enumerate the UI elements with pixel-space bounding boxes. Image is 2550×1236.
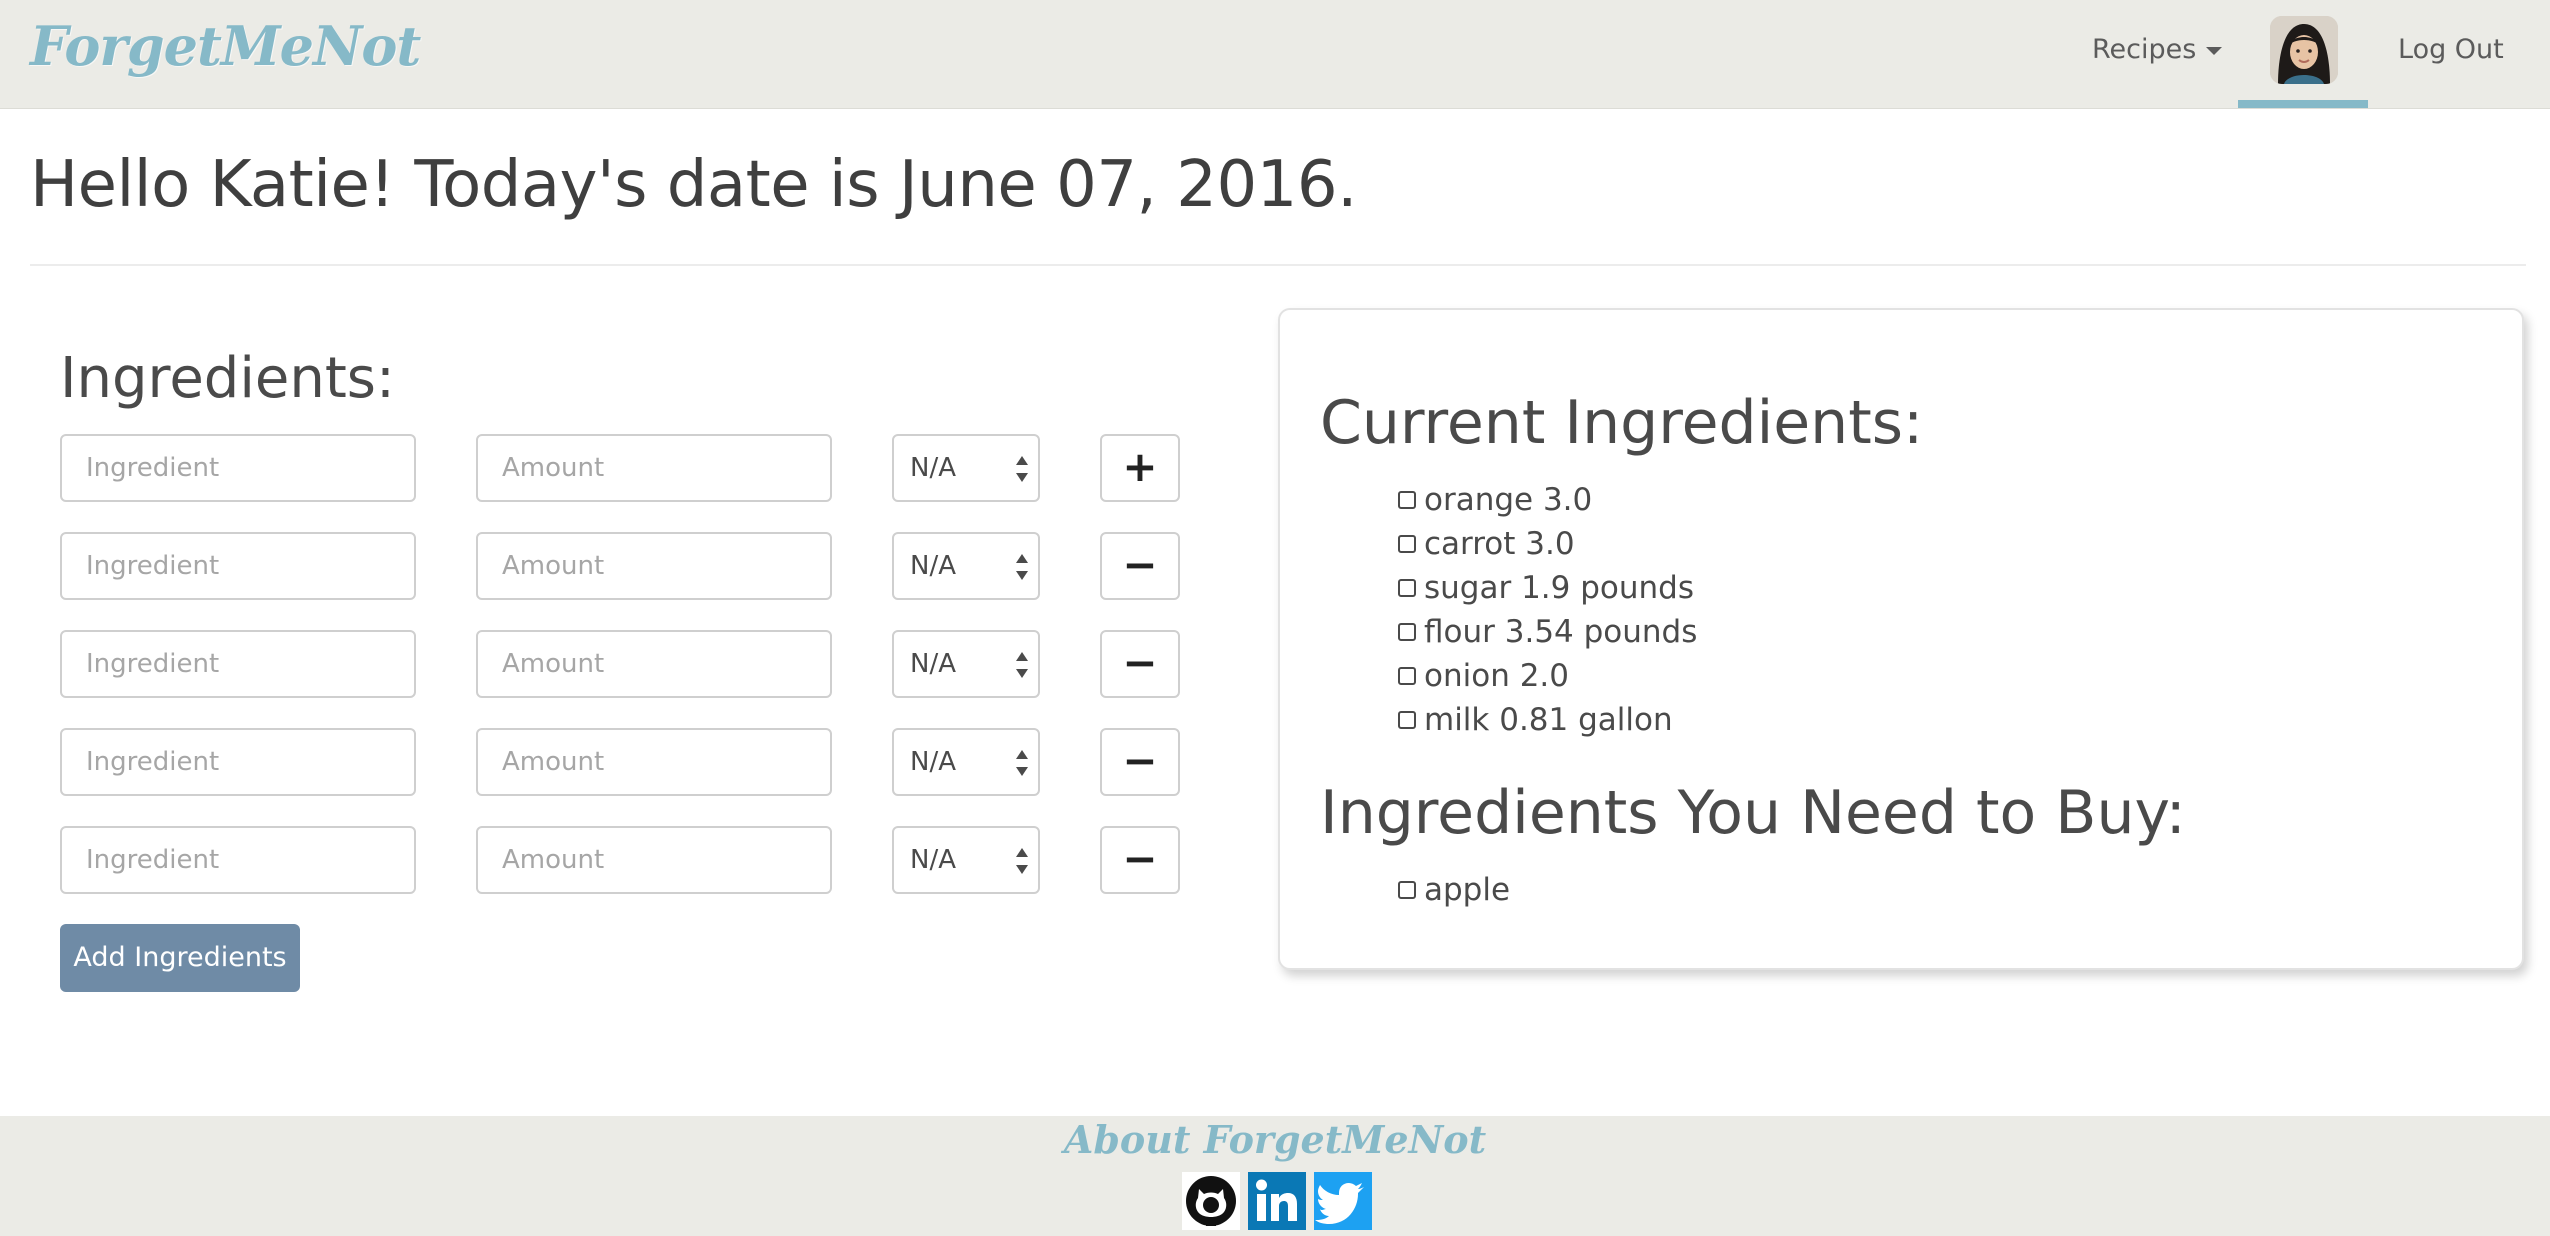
- select-arrows-icon: [1016, 454, 1028, 484]
- list-item-label: apple: [1424, 872, 1511, 908]
- unit-select-value: N/A: [910, 453, 956, 483]
- ingredient-row: N/A −: [60, 728, 1180, 796]
- unit-select[interactable]: N/A: [892, 728, 1040, 796]
- avatar: [2270, 16, 2338, 84]
- checkbox[interactable]: [1398, 880, 1416, 899]
- checkbox[interactable]: [1398, 622, 1416, 641]
- amount-input[interactable]: [476, 630, 832, 698]
- brand-logo[interactable]: ForgetMeNot: [30, 14, 421, 78]
- logout-link[interactable]: Log Out: [2398, 34, 2504, 65]
- ingredient-row: N/A −: [60, 630, 1180, 698]
- divider: [30, 264, 2526, 266]
- list-item: flour 3.54 pounds: [1398, 610, 1697, 654]
- buy-ingredients-list: apple: [1398, 868, 1510, 912]
- buy-ingredients-title: Ingredients You Need to Buy:: [1320, 778, 2186, 848]
- chevron-down-icon: [2206, 46, 2223, 55]
- list-item: orange 3.0: [1398, 478, 1697, 522]
- list-item: carrot 3.0: [1398, 522, 1697, 566]
- list-item: milk 0.81 gallon: [1398, 698, 1697, 742]
- select-arrows-icon: [1016, 650, 1028, 680]
- select-arrows-icon: [1016, 552, 1028, 582]
- linkedin-icon[interactable]: [1248, 1172, 1306, 1230]
- ingredient-input[interactable]: [60, 728, 416, 796]
- ingredient-row: N/A −: [60, 826, 1180, 894]
- list-item: sugar 1.9 pounds: [1398, 566, 1697, 610]
- unit-select-value: N/A: [910, 551, 956, 581]
- list-item-label: orange 3.0: [1424, 482, 1593, 518]
- list-item-label: flour 3.54 pounds: [1424, 614, 1698, 650]
- unit-select[interactable]: N/A: [892, 630, 1040, 698]
- ingredient-input[interactable]: [60, 532, 416, 600]
- select-arrows-icon: [1016, 846, 1028, 876]
- amount-input[interactable]: [476, 826, 832, 894]
- profile-link[interactable]: [2238, 0, 2368, 108]
- twitter-icon[interactable]: [1314, 1172, 1372, 1230]
- list-item-label: onion 2.0: [1424, 658, 1569, 694]
- ingredients-form-title: Ingredients:: [60, 346, 395, 411]
- current-ingredients-title: Current Ingredients:: [1320, 388, 1924, 458]
- unit-select[interactable]: N/A: [892, 826, 1040, 894]
- list-item-label: milk 0.81 gallon: [1424, 702, 1673, 738]
- active-indicator: [2238, 100, 2368, 108]
- list-item: apple: [1398, 868, 1510, 912]
- amount-input[interactable]: [476, 728, 832, 796]
- list-item: onion 2.0: [1398, 654, 1697, 698]
- about-link[interactable]: About ForgetMeNot: [0, 1116, 2550, 1164]
- select-arrows-icon: [1016, 748, 1028, 778]
- list-item-label: sugar 1.9 pounds: [1424, 570, 1694, 606]
- checkbox[interactable]: [1398, 534, 1416, 553]
- remove-row-button[interactable]: −: [1100, 532, 1180, 600]
- remove-row-button[interactable]: −: [1100, 630, 1180, 698]
- github-icon[interactable]: [1182, 1172, 1240, 1230]
- current-ingredients-list: orange 3.0 carrot 3.0 sugar 1.9 pounds f…: [1398, 478, 1697, 742]
- ingredient-input[interactable]: [60, 434, 416, 502]
- checkbox[interactable]: [1398, 710, 1416, 729]
- recipes-dropdown[interactable]: Recipes: [2092, 34, 2223, 65]
- ingredient-row: N/A −: [60, 532, 1180, 600]
- add-row-button[interactable]: +: [1100, 434, 1180, 502]
- navbar: ForgetMeNot Recipes Log Out: [0, 0, 2550, 109]
- checkbox[interactable]: [1398, 578, 1416, 597]
- ingredients-panel: Current Ingredients: orange 3.0 carrot 3…: [1278, 308, 2524, 970]
- checkbox[interactable]: [1398, 666, 1416, 685]
- ingredient-input[interactable]: [60, 826, 416, 894]
- remove-row-button[interactable]: −: [1100, 826, 1180, 894]
- page-title: Hello Katie! Today's date is June 07, 20…: [30, 148, 1357, 222]
- unit-select-value: N/A: [910, 845, 956, 875]
- recipes-label: Recipes: [2092, 34, 2197, 65]
- footer: About ForgetMeNot: [0, 1116, 2550, 1236]
- unit-select[interactable]: N/A: [892, 434, 1040, 502]
- checkbox[interactable]: [1398, 490, 1416, 509]
- remove-row-button[interactable]: −: [1100, 728, 1180, 796]
- amount-input[interactable]: [476, 434, 832, 502]
- unit-select-value: N/A: [910, 649, 956, 679]
- ingredient-row: N/A +: [60, 434, 1180, 502]
- amount-input[interactable]: [476, 532, 832, 600]
- ingredient-input[interactable]: [60, 630, 416, 698]
- add-ingredients-button[interactable]: Add Ingredients: [60, 924, 300, 992]
- unit-select-value: N/A: [910, 747, 956, 777]
- unit-select[interactable]: N/A: [892, 532, 1040, 600]
- list-item-label: carrot 3.0: [1424, 526, 1575, 562]
